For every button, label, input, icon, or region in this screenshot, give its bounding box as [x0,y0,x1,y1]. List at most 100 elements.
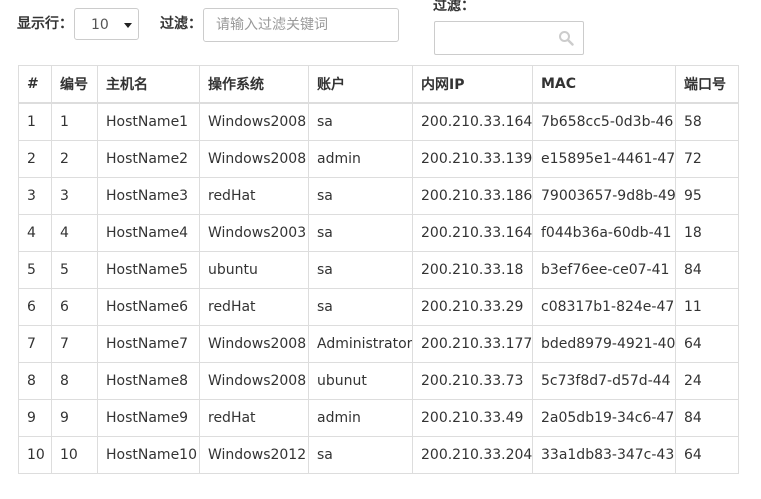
column-header-port[interactable]: 端口号 [675,65,739,104]
cell-account: Administrator [308,325,413,363]
table-row[interactable]: 2 2 HostName2 Windows2008 admin 200.210.… [18,140,739,178]
cell-index: 9 [18,399,52,437]
cell-account: sa [308,177,413,215]
search-icon[interactable] [558,30,574,46]
cell-port: 95 [675,177,739,215]
search-filter-label: 过滤： [433,0,475,14]
cell-account: sa [308,251,413,289]
cell-hostname: HostName7 [97,325,200,363]
table-row[interactable]: 10 10 HostName10 Windows2012 sa 200.210.… [18,436,739,474]
cell-index: 10 [18,436,52,474]
cell-ip: 200.210.33.49 [412,399,533,437]
cell-account: sa [308,436,413,474]
cell-hostname: HostName4 [97,214,200,252]
cell-account: sa [308,288,413,326]
cell-ip: 200.210.33.164 [412,214,533,252]
cell-id: 8 [51,362,98,400]
cell-hostname: HostName3 [97,177,200,215]
cell-port: 58 [675,102,739,141]
cell-port: 64 [675,436,739,474]
cell-port: 84 [675,251,739,289]
cell-hostname: HostName10 [97,436,200,474]
column-header-index[interactable]: # [18,65,52,104]
cell-account: ubunut [308,362,413,400]
cell-index: 1 [18,102,52,141]
cell-id: 6 [51,288,98,326]
cell-index: 5 [18,251,52,289]
cell-mac: f044b36a-60db-41 [532,214,676,252]
filter-label: 过滤： [160,16,202,32]
cell-mac: b3ef76ee-ce07-41 [532,251,676,289]
cell-mac: 79003657-9d8b-49 [532,177,676,215]
column-header-id[interactable]: 编号 [51,65,98,104]
cell-port: 64 [675,325,739,363]
table-row[interactable]: 1 1 HostName1 Windows2008 sa 200.210.33.… [18,102,739,141]
cell-os: redHat [199,288,309,326]
search-input[interactable] [434,21,584,55]
cell-hostname: HostName2 [97,140,200,178]
rows-per-page-select[interactable]: 10 [74,8,139,40]
cell-ip: 200.210.33.73 [412,362,533,400]
cell-id: 3 [51,177,98,215]
cell-mac: 2a05db19-34c6-47 [532,399,676,437]
caret-down-icon [124,23,132,28]
cell-hostname: HostName5 [97,251,200,289]
column-header-os[interactable]: 操作系统 [199,65,309,104]
table-header-row: # 编号 主机名 操作系统 账户 内网IP MAC 端口号 [18,65,739,104]
filter-input[interactable] [203,8,399,42]
cell-index: 7 [18,325,52,363]
cell-ip: 200.210.33.177 [412,325,533,363]
cell-port: 84 [675,399,739,437]
cell-ip: 200.210.33.29 [412,288,533,326]
cell-hostname: HostName6 [97,288,200,326]
cell-ip: 200.210.33.186 [412,177,533,215]
cell-account: sa [308,214,413,252]
cell-account: sa [308,102,413,141]
cell-os: Windows2008 [199,325,309,363]
table-row[interactable]: 5 5 HostName5 ubuntu sa 200.210.33.18 b3… [18,251,739,289]
cell-mac: 5c73f8d7-d57d-44 [532,362,676,400]
column-header-hostname[interactable]: 主机名 [97,65,200,104]
cell-os: ubuntu [199,251,309,289]
cell-account: admin [308,399,413,437]
table-row[interactable]: 9 9 HostName9 redHat admin 200.210.33.49… [18,399,739,437]
table-row[interactable]: 8 8 HostName8 Windows2008 ubunut 200.210… [18,362,739,400]
table-row[interactable]: 3 3 HostName3 redHat sa 200.210.33.186 7… [18,177,739,215]
cell-os: Windows2008 [199,362,309,400]
cell-port: 72 [675,140,739,178]
cell-ip: 200.210.33.204 [412,436,533,474]
column-header-account[interactable]: 账户 [308,65,413,104]
cell-port: 18 [675,214,739,252]
cell-ip: 200.210.33.164 [412,102,533,141]
cell-index: 8 [18,362,52,400]
column-header-mac[interactable]: MAC [532,65,676,104]
cell-hostname: HostName9 [97,399,200,437]
cell-id: 7 [51,325,98,363]
cell-ip: 200.210.33.18 [412,251,533,289]
cell-mac: c08317b1-824e-47 [532,288,676,326]
cell-os: Windows2008 [199,140,309,178]
cell-mac: 33a1db83-347c-43 [532,436,676,474]
cell-os: Windows2008 [199,102,309,141]
column-header-ip[interactable]: 内网IP [412,65,533,104]
table-row[interactable]: 6 6 HostName6 redHat sa 200.210.33.29 c0… [18,288,739,326]
table-row[interactable]: 7 7 HostName7 Windows2008 Administrator … [18,325,739,363]
cell-index: 6 [18,288,52,326]
cell-index: 4 [18,214,52,252]
cell-id: 1 [51,102,98,141]
cell-hostname: HostName1 [97,102,200,141]
cell-id: 2 [51,140,98,178]
cell-account: admin [308,140,413,178]
cell-mac: 7b658cc5-0d3b-46 [532,102,676,141]
table-row[interactable]: 4 4 HostName4 Windows2003 sa 200.210.33.… [18,214,739,252]
rows-per-page-value: 10 [91,17,109,33]
cell-id: 10 [51,436,98,474]
cell-hostname: HostName8 [97,362,200,400]
cell-index: 3 [18,177,52,215]
rows-per-page-label: 显示行： [17,16,73,32]
cell-ip: 200.210.33.139 [412,140,533,178]
cell-index: 2 [18,140,52,178]
cell-os: Windows2003 [199,214,309,252]
cell-os: redHat [199,177,309,215]
cell-os: redHat [199,399,309,437]
